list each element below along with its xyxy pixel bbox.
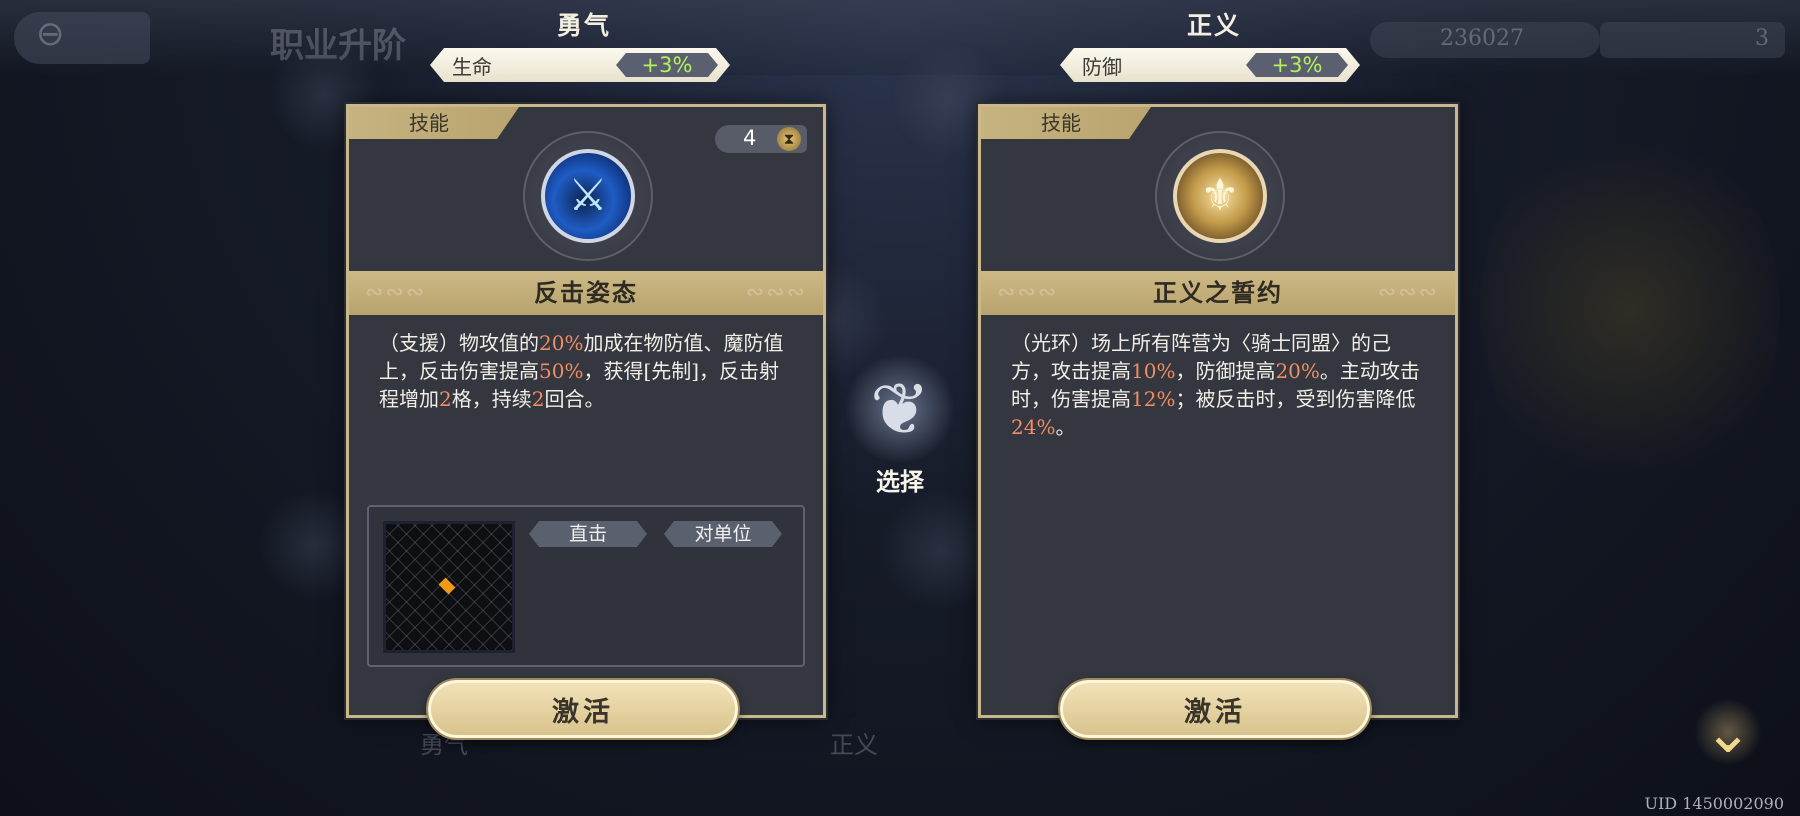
collapse-button[interactable]: ⌄ <box>1692 700 1764 764</box>
range-target-marker <box>438 577 456 595</box>
stat-label: 防御 <box>1082 55 1122 79</box>
stamina-bar <box>1600 22 1785 58</box>
path-name: 勇气 <box>556 11 611 40</box>
currency-bar <box>1370 22 1600 58</box>
stat-ribbon-justice: 防御 +3% <box>1060 48 1360 82</box>
chevron-down-icon: ⌄ <box>1703 698 1753 766</box>
skill-name: 反击姿态 <box>349 271 823 315</box>
highlight-value: 20% <box>1275 359 1320 383</box>
bg-character-glow <box>1480 120 1780 500</box>
highlight-value: 20% <box>539 331 584 355</box>
range-grid <box>383 521 515 653</box>
attack-range-panel: 直击 对单位 <box>367 505 805 667</box>
hourglass-icon: ⧗ <box>777 127 801 151</box>
skill-icon-frame: ⚜ <box>1155 131 1285 261</box>
select-label: 选择 <box>876 467 924 496</box>
highlight-value: 24% <box>1011 415 1056 439</box>
stat-ribbon-courage: 生命 +3% <box>430 48 730 82</box>
highlight-value: 50% <box>539 359 584 383</box>
description-text: ，防御提高 <box>1175 359 1276 383</box>
choice-header-justice: 正义 <box>1064 0 1364 40</box>
skill-description: （光环）场上所有阵营为〈骑士同盟〉的己方，攻击提高10%，防御提高20%。主动攻… <box>1011 329 1429 441</box>
select-emblem: ❦ <box>842 356 958 462</box>
stat-bonus: +3% <box>616 53 718 77</box>
skill-card-courage[interactable]: 技能 4 ⧗ ⚔ 反击姿态 （支援）物攻值的20%加成在物防值、魔防值上，反击伤… <box>346 104 826 718</box>
activate-button-justice[interactable]: 激活 <box>1060 680 1370 738</box>
counter-stance-icon: ⚔ <box>541 149 635 243</box>
skill-icon-frame: ⚔ <box>523 131 653 261</box>
bg-page-title: 职业升阶 <box>270 26 406 66</box>
cooldown-badge: 4 ⧗ <box>715 125 807 153</box>
skill-name: 正义之誓约 <box>981 271 1455 315</box>
description-text: 回合。 <box>544 387 605 411</box>
bg-header-bar <box>0 0 1800 75</box>
justice-oath-icon: ⚜ <box>1173 149 1267 243</box>
user-id: UID 1450002090 <box>1644 794 1784 813</box>
stat-label: 生命 <box>452 55 492 79</box>
back-button[interactable] <box>14 12 150 64</box>
back-arrow-icon: ⊖ <box>36 14 65 54</box>
highlight-value: 2 <box>439 387 452 411</box>
path-name: 正义 <box>1186 11 1241 40</box>
description-text: （支援）物攻值的 <box>379 331 539 355</box>
highlight-value: 2 <box>531 387 545 411</box>
description-text: 格，持续 <box>451 387 532 411</box>
stat-bonus: +3% <box>1246 53 1348 77</box>
skill-tag: 技能 <box>349 107 519 139</box>
description-text: ；被反击时，受到伤害降低 <box>1175 387 1416 411</box>
description-text: 。 <box>1055 415 1076 439</box>
tree-emblem-icon: ❦ <box>869 367 931 451</box>
skill-tag: 技能 <box>981 107 1151 139</box>
range-type-tag: 直击 <box>529 521 647 547</box>
cooldown-value: 4 <box>743 126 757 150</box>
currency-value: 236027 <box>1440 26 1524 51</box>
stamina-value: 3 <box>1755 26 1769 51</box>
activate-button-courage[interactable]: 激活 <box>428 680 738 738</box>
highlight-value: 12% <box>1131 387 1176 411</box>
skill-description: （支援）物攻值的20%加成在物防值、魔防值上，反击伤害提高50%，获得[先制]，… <box>379 329 797 413</box>
highlight-value: 10% <box>1131 359 1176 383</box>
target-type-tag: 对单位 <box>664 521 782 547</box>
choice-header-courage: 勇气 <box>434 0 734 40</box>
bg-tab-justice: 正义 <box>830 731 878 759</box>
skill-card-justice[interactable]: 技能 ⚜ 正义之誓约 （光环）场上所有阵营为〈骑士同盟〉的己方，攻击提高10%，… <box>978 104 1458 718</box>
